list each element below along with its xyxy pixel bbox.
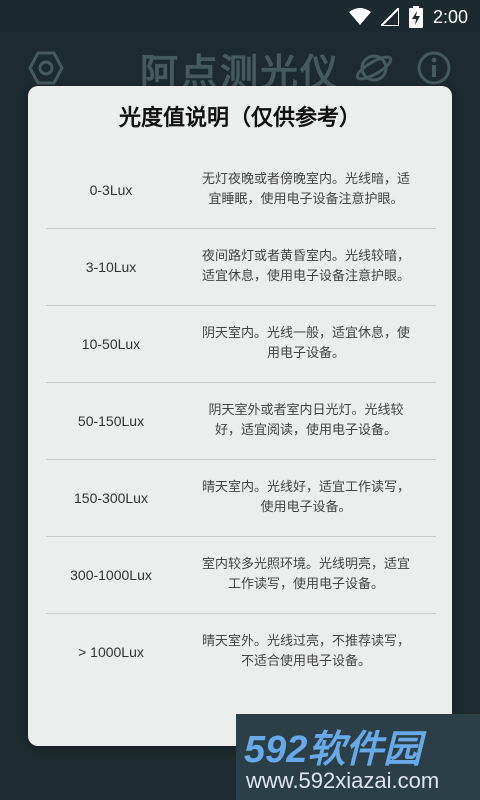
- status-time: 2:00: [432, 6, 468, 27]
- description-line: 宜睡眠，使用电子设备注意护眼。: [208, 192, 404, 207]
- lux-range: 50-150Lux: [77, 413, 145, 429]
- lux-table: 0-3Lux 无灯夜晚或者傍晚室内。光线暗，适 宜睡眠，使用电子设备注意护眼。 …: [46, 152, 436, 690]
- table-row: 0-3Lux 无灯夜晚或者傍晚室内。光线暗，适 宜睡眠，使用电子设备注意护眼。: [46, 152, 436, 229]
- lux-description: 晴天室外。光线过亮，不推荐读写， 不适合使用电子设备。: [176, 632, 436, 672]
- description-line: 晴天室外。光线过亮，不推荐读写，: [201, 634, 410, 649]
- lux-description: 无灯夜晚或者傍晚室内。光线暗，适 宜睡眠，使用电子设备注意护眼。: [176, 170, 436, 210]
- lux-description: 室内较多光照环境。光线明亮，适宜 工作读写，使用电子设备。: [176, 555, 436, 595]
- lux-range: > 1000Lux: [78, 644, 144, 660]
- description-line: 无灯夜晚或者傍晚室内。光线暗，适: [201, 172, 410, 187]
- description-line: 阴天室内。光线一般，适宜休息，使: [201, 326, 410, 341]
- watermark-brand: 592软件园: [244, 729, 422, 771]
- description-line: 夜间路灯或者黄昏室内。光线较暗，: [201, 249, 410, 264]
- battery-charging-icon: [408, 6, 423, 28]
- table-row: > 1000Lux 晴天室外。光线过亮，不推荐读写， 不适合使用电子设备。: [46, 614, 436, 690]
- description-line: 阴天室外或者室内日光灯。光线较: [208, 403, 404, 418]
- lux-range: 3-10Lux: [85, 259, 137, 275]
- table-row: 150-300Lux 晴天室内。光线好，适宜工作读写， 使用电子设备。: [46, 460, 436, 537]
- table-row: 50-150Lux 阴天室外或者室内日光灯。光线较 好，适宜阅读，使用电子设备。: [46, 383, 436, 460]
- lux-range: 10-50Lux: [81, 336, 141, 352]
- lux-description: 夜间路灯或者黄昏室内。光线较暗， 适宜休息，使用电子设备注意护眼。: [176, 247, 436, 287]
- description-line: 晴天室内。光线好，适宜工作读写，: [201, 480, 410, 495]
- description-line: 不适合使用电子设备。: [240, 654, 371, 669]
- status-icons: 2:00: [348, 6, 468, 28]
- lux-info-dialog: 光度值说明（仅供参考） 0-3Lux 无灯夜晚或者傍晚室内。光线暗，适 宜睡眠，…: [28, 86, 452, 746]
- dialog-title: 光度值说明（仅供参考）: [118, 106, 361, 131]
- table-row: 300-1000Lux 室内较多光照环境。光线明亮，适宜 工作读写，使用电子设备…: [46, 537, 436, 614]
- lux-range: 0-3Lux: [89, 182, 133, 198]
- signal-icon: [380, 8, 399, 26]
- description-line: 好，适宜阅读，使用电子设备。: [214, 423, 397, 438]
- lux-description: 晴天室内。光线好，适宜工作读写， 使用电子设备。: [176, 478, 436, 518]
- status-bar: 2:00: [0, 0, 480, 32]
- description-line: 适宜休息，使用电子设备注意护眼。: [201, 269, 410, 284]
- description-line: 工作读写，使用电子设备。: [227, 577, 384, 592]
- description-line: 室内较多光照环境。光线明亮，适宜: [201, 557, 410, 572]
- lux-range: 150-300Lux: [74, 490, 148, 506]
- description-line: 用电子设备。: [266, 346, 345, 361]
- planet-icon[interactable]: [354, 50, 394, 86]
- description-line: 使用电子设备。: [260, 500, 352, 515]
- info-icon[interactable]: [416, 50, 452, 86]
- lux-range: 300-1000Lux: [70, 567, 152, 583]
- table-row: 10-50Lux 阴天室内。光线一般，适宜休息，使 用电子设备。: [46, 306, 436, 383]
- table-row: 3-10Lux 夜间路灯或者黄昏室内。光线较暗， 适宜休息，使用电子设备注意护眼…: [46, 229, 436, 306]
- watermark-url: www.592xiazai.com: [246, 768, 440, 793]
- lux-description: 阴天室内。光线一般，适宜休息，使 用电子设备。: [176, 324, 436, 364]
- lux-description: 阴天室外或者室内日光灯。光线较 好，适宜阅读，使用电子设备。: [176, 401, 436, 441]
- wifi-icon: [348, 8, 371, 25]
- watermark: 592软件园 www.592xiazai.com: [236, 714, 480, 800]
